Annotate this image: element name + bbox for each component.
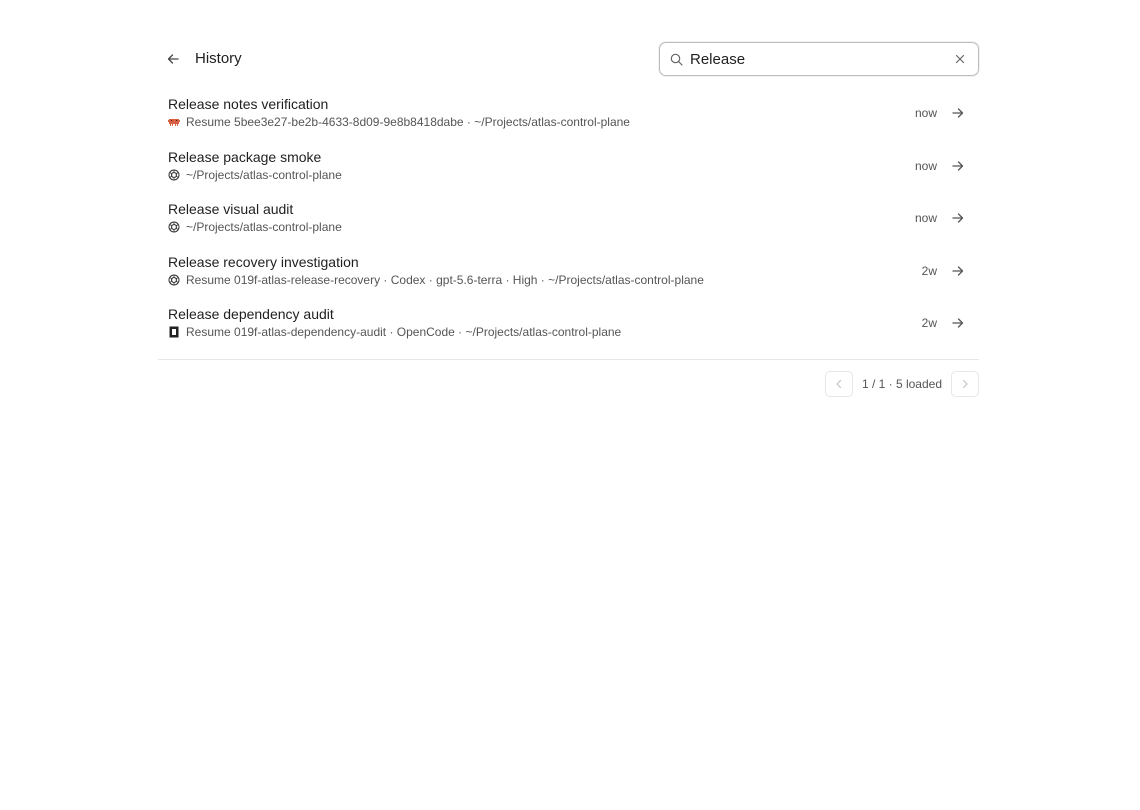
chevron-right-icon (962, 379, 968, 389)
history-list: Release notes verification Resume 5bee3e… (158, 87, 979, 350)
item-subtitle-text: ~/Projects/atlas-control-plane (186, 167, 342, 182)
history-page: History Release notes verification (0, 0, 1140, 810)
page-title: History (195, 50, 242, 67)
pagination: 1 / 1 · 5 loaded (824, 370, 979, 398)
item-subtitle-text: Resume 5bee3e27-be2b-4633-8d09-9e8b8418d… (186, 115, 630, 129)
list-item[interactable]: Release visual audit ~/Projects/atlas-co… (158, 192, 979, 245)
prev-page-button[interactable] (824, 371, 853, 397)
arrow-right-icon[interactable] (951, 264, 965, 278)
list-item[interactable]: Release recovery investigation Resume 01… (158, 245, 979, 298)
item-subtitle-text: Resume 019f-atlas-dependency-audit · Ope… (186, 325, 622, 339)
item-subtitle: Resume 5bee3e27-be2b-4633-8d09-9e8b8418d… (168, 115, 630, 129)
search-input[interactable] (690, 49, 930, 69)
item-time: now (914, 211, 937, 225)
arrow-right-icon[interactable] (951, 316, 965, 330)
item-subtitle: Resume 019f-atlas-dependency-audit · Ope… (168, 325, 621, 339)
item-subtitle: ~/Projects/atlas-control-plane (168, 220, 342, 234)
item-title: Release visual audit (168, 201, 294, 217)
search-icon (670, 53, 683, 66)
item-subtitle-text: ~/Projects/atlas-control-plane (186, 220, 342, 234)
item-title: Release package smoke (168, 148, 322, 165)
list-item[interactable]: Release dependency audit Resume 019f-atl… (158, 297, 979, 350)
item-time: now (914, 158, 937, 173)
arrow-left-icon (167, 54, 179, 64)
search-box[interactable] (659, 42, 979, 76)
openai-knot-icon (168, 169, 180, 180)
list-divider (158, 359, 979, 360)
chevron-left-icon (836, 379, 842, 389)
list-item[interactable]: Release package smoke ~/Projects/atlas-c… (158, 140, 979, 193)
close-icon[interactable] (954, 53, 966, 65)
item-time: now (914, 106, 937, 120)
next-page-button[interactable] (951, 371, 979, 397)
openai-knot-icon (168, 274, 180, 285)
item-time: 2w (921, 316, 937, 330)
item-subtitle-text: Resume 019f-atlas-release-recovery · Cod… (186, 272, 704, 287)
back-button[interactable] (162, 48, 184, 70)
list-item[interactable]: Release notes verification Resume 5bee3e… (158, 87, 979, 140)
history-header: History (158, 42, 979, 76)
opencode-square-icon (169, 326, 179, 338)
pagination-status: 1 / 1 · 5 loaded (861, 377, 942, 391)
item-subtitle: ~/Projects/atlas-control-plane (168, 168, 342, 182)
arrow-right-icon[interactable] (951, 159, 965, 173)
openai-knot-icon (168, 221, 180, 233)
item-title: Release recovery investigation (168, 253, 359, 270)
arrow-right-icon[interactable] (951, 211, 965, 225)
item-subtitle: Resume 019f-atlas-release-recovery · Cod… (168, 273, 704, 287)
arrow-right-icon[interactable] (951, 106, 965, 120)
item-title: Release notes verification (168, 96, 329, 112)
pixel-critter-icon (168, 119, 180, 126)
item-time: 2w (921, 263, 937, 278)
item-title: Release dependency audit (168, 306, 334, 322)
